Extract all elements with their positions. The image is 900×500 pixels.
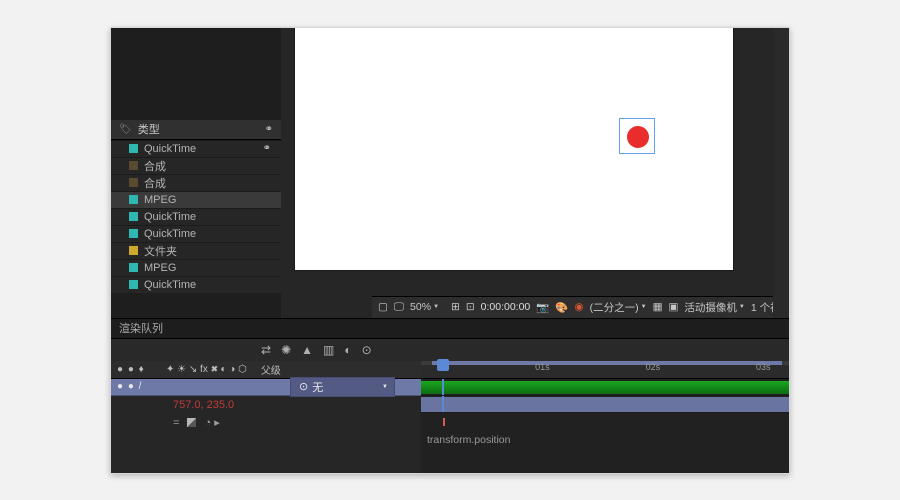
region-icon[interactable]: ▣ — [668, 300, 678, 314]
project-row[interactable]: MPEG — [111, 191, 281, 208]
tool-icon-2[interactable]: ✺ — [281, 343, 291, 357]
project-column-header[interactable]: 🏷 类型 ⚭ — [111, 120, 281, 140]
timecode-display[interactable]: 0:00:00:00 — [481, 301, 531, 313]
type-swatch — [129, 280, 138, 289]
timeline-panel: 渲染队列 ⇄ ✺ ▲ ▥ ◐ ⊙ ● ● ♦ ✦ ☀ ↘ fx 🞮 ◐ ◑ ⬡ … — [111, 318, 789, 473]
colorspace-icon[interactable]: 🎨 — [555, 300, 568, 314]
layer-row[interactable]: ● ● / ⊙ 无 ▼ — [111, 379, 421, 396]
timeline-body: ● ● ♦ ✦ ☀ ↘ fx 🞮 ◐ ◑ ⬡ 父级 ● ● / ⊙ 无 ▼ — [111, 361, 789, 473]
composition-viewer: ▢ 🖵 50%▼ ⊞ ⊡ 0:00:00:00 📷 🎨 ◉ (二分之一)▼ ▦ … — [281, 28, 789, 318]
viewer-scrollbar[interactable] — [773, 28, 789, 318]
tool-icon-3[interactable]: ▲ — [301, 343, 313, 357]
project-row[interactable]: QuickTime — [111, 208, 281, 225]
project-row[interactable]: QuickTime — [111, 225, 281, 242]
tag-icon: 🏷 — [119, 124, 132, 135]
project-row-type: QuickTime — [144, 211, 196, 223]
tool-icon-5[interactable]: ◐ — [344, 343, 351, 357]
type-swatch — [129, 195, 138, 204]
project-header-label: 类型 — [138, 121, 160, 137]
type-swatch — [129, 212, 138, 221]
project-row-type: MPEG — [144, 194, 176, 206]
camera-dropdown[interactable]: 活动摄像机▼ — [684, 300, 744, 315]
zoom-dropdown[interactable]: 50%▼ — [410, 301, 439, 313]
shape-ellipse-red[interactable] — [627, 126, 649, 148]
timeline-tab[interactable]: 渲染队列 — [111, 319, 789, 339]
project-row[interactable]: QuickTime — [111, 276, 281, 293]
resolution-dropdown[interactable]: (二分之一)▼ — [590, 300, 647, 315]
project-row[interactable]: 合成 — [111, 174, 281, 191]
project-row-type: QuickTime — [144, 279, 196, 291]
timeline-tracks[interactable]: 01s 02s 03s transform.position — [421, 361, 789, 473]
composition-canvas[interactable] — [295, 28, 733, 270]
ruler-icon[interactable]: ⊞ — [451, 300, 460, 314]
app-window: 🏷 类型 ⚭ QuickTime⚭合成合成MPEGQuickTimeQuickT… — [110, 27, 790, 474]
project-row-type: 合成 — [144, 158, 166, 174]
work-area-track[interactable] — [421, 379, 789, 396]
project-row[interactable]: QuickTime ⚭ — [111, 140, 281, 157]
project-header-link-icon[interactable]: ⚭ — [265, 124, 273, 135]
project-row[interactable]: MPEG — [111, 259, 281, 276]
viewer-toolbar: ▢ 🖵 50%▼ ⊞ ⊡ 0:00:00:00 📷 🎨 ◉ (二分之一)▼ ▦ … — [372, 296, 788, 318]
channel-icon[interactable]: ◉ — [574, 300, 583, 314]
layer-selection-box[interactable] — [619, 118, 655, 154]
timeline-toolbar: ⇄ ✺ ▲ ▥ ◐ ⊙ — [111, 339, 789, 361]
expression-controls[interactable]: = ◔ ▸ — [111, 414, 421, 432]
project-row[interactable]: 文件夹 — [111, 242, 281, 259]
project-row-type: QuickTime — [144, 143, 196, 155]
type-swatch — [129, 178, 138, 187]
tool-icon-1[interactable]: ⇄ — [261, 343, 271, 357]
parent-dropdown[interactable]: ⊙ 无 ▼ — [290, 377, 395, 397]
timeline-ruler[interactable]: 01s 02s 03s — [421, 361, 789, 379]
keyframe-lane[interactable] — [421, 413, 789, 431]
project-row[interactable]: 合成 — [111, 157, 281, 174]
type-swatch — [129, 246, 138, 255]
tool-icon-6[interactable]: ⊙ — [362, 343, 372, 357]
monitor-icon[interactable]: ▢ — [378, 300, 388, 314]
frame-icon[interactable]: 🖵 — [394, 300, 404, 314]
current-time-indicator-head[interactable] — [437, 359, 449, 371]
type-swatch — [129, 144, 138, 153]
type-swatch — [129, 161, 138, 170]
type-swatch — [129, 263, 138, 272]
project-row-type: MPEG — [144, 262, 176, 274]
snapshot-icon[interactable]: 📷 — [536, 300, 549, 314]
timeline-layer-tree: ● ● ♦ ✦ ☀ ↘ fx 🞮 ◐ ◑ ⬡ 父级 ● ● / ⊙ 无 ▼ — [111, 361, 421, 473]
link-icon: ⚭ — [263, 143, 271, 154]
project-row-type: QuickTime — [144, 228, 196, 240]
tool-icon-4[interactable]: ▥ — [323, 343, 334, 357]
project-row-type: 合成 — [144, 175, 166, 191]
property-position-values[interactable]: 757.0, 235.0 — [111, 396, 421, 414]
type-swatch — [129, 229, 138, 238]
project-panel: 🏷 类型 ⚭ QuickTime⚭合成合成MPEGQuickTimeQuickT… — [111, 120, 281, 293]
layer-track[interactable] — [421, 396, 789, 413]
project-row-type: 文件夹 — [144, 243, 177, 259]
transparency-icon[interactable]: ▦ — [653, 300, 663, 314]
guides-icon[interactable]: ⊡ — [466, 300, 475, 314]
expression-text-row[interactable]: transform.position — [421, 431, 789, 449]
